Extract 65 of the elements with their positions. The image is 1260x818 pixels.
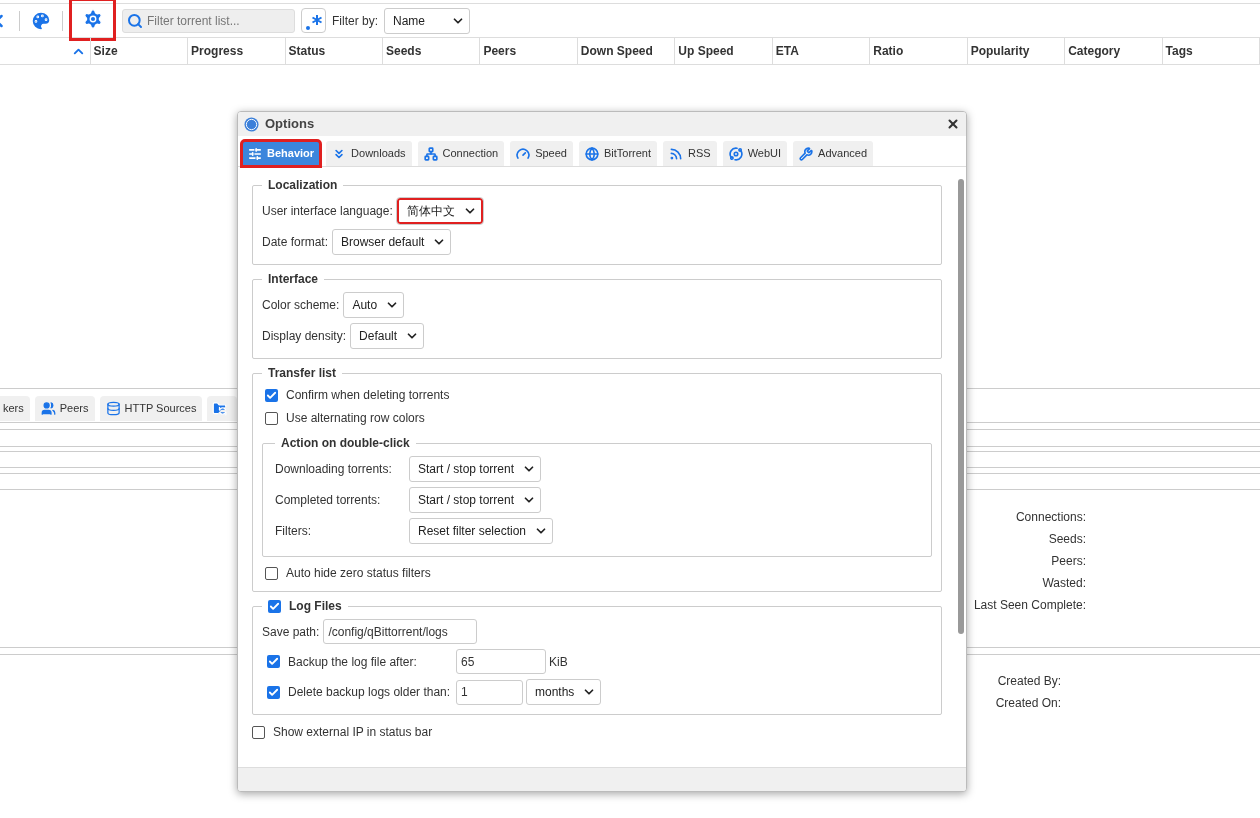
- unit-dropdown[interactable]: months: [526, 679, 602, 705]
- info-label: Peers:: [1051, 553, 1086, 568]
- settings-tab[interactable]: BitTorrent: [578, 141, 658, 166]
- settings-tab[interactable]: Downloads: [326, 141, 412, 166]
- settings-tab[interactable]: Speed: [510, 141, 573, 166]
- dialog-title: Options: [265, 115, 315, 134]
- info-label: Wasted:: [1042, 575, 1086, 590]
- info-label: Connections:: [1015, 509, 1086, 524]
- field-label: Date format:: [262, 234, 329, 251]
- column-header[interactable]: Down Speed: [577, 38, 676, 64]
- input-field[interactable]: 65: [456, 649, 546, 674]
- field-label: Downloading torrents:: [275, 461, 393, 478]
- detail-tab[interactable]: kers: [0, 396, 30, 421]
- info-label: Seeds:: [1048, 531, 1086, 546]
- detail-tab[interactable]: HTTP Sources: [99, 396, 203, 421]
- field-label: Filters:: [275, 523, 312, 540]
- field-label: Save path:: [262, 623, 320, 641]
- checkbox-label: Auto hide zero status filters: [286, 565, 431, 582]
- detail-tab[interactable]: Peers: [34, 396, 95, 421]
- checkbox-label: Show external IP in status bar: [273, 724, 433, 741]
- dropdown[interactable]: Browser default: [332, 229, 452, 255]
- field-label: Display density:: [262, 328, 347, 345]
- column-header[interactable]: Status: [285, 38, 383, 64]
- section-title: Log Files: [289, 598, 342, 615]
- column-header[interactable]: Popularity: [967, 38, 1066, 64]
- info-label: Created By:: [997, 673, 1061, 688]
- info-label: Created On:: [995, 695, 1061, 710]
- checkbox-label: Confirm when deleting torrents: [286, 387, 450, 404]
- dropdown[interactable]: 简体中文: [396, 198, 483, 224]
- input-field[interactable]: /config/qBittorrent/logs: [323, 619, 478, 644]
- section-title: Localization: [268, 177, 338, 194]
- column-header[interactable]: Seeds: [382, 38, 481, 64]
- section-title: Interface: [268, 271, 319, 288]
- column-header[interactable]: Size: [90, 38, 189, 64]
- checkbox-label: Backup the log file after:: [288, 653, 418, 671]
- dropdown[interactable]: Start / stop torrent: [409, 456, 542, 482]
- column-header[interactable]: Ratio: [870, 38, 968, 64]
- unit-label: KiB: [549, 653, 568, 671]
- settings-tab[interactable]: Behavior: [242, 141, 321, 166]
- column-header[interactable]: Peers: [480, 38, 578, 64]
- filter-dropdown[interactable]: Name: [384, 7, 470, 34]
- field-label: Color scheme:: [262, 297, 340, 314]
- dropdown[interactable]: Auto: [343, 292, 405, 318]
- checkbox-label: Use alternating row colors: [286, 410, 425, 427]
- field-label: User interface language:: [262, 203, 393, 220]
- dropdown[interactable]: Reset filter selection: [409, 518, 554, 544]
- search-field[interactable]: Filter torrent list...: [122, 8, 295, 33]
- settings-tab[interactable]: RSS: [663, 141, 717, 166]
- dropdown[interactable]: Default: [350, 323, 425, 349]
- settings-tab[interactable]: Connection: [417, 141, 505, 166]
- column-header[interactable]: Tags: [1162, 38, 1260, 64]
- dropdown[interactable]: Start / stop torrent: [409, 487, 542, 513]
- checkbox-label: Delete backup logs older than:: [288, 684, 448, 701]
- settings-tab[interactable]: Advanced: [793, 141, 874, 166]
- column-header[interactable]: Up Speed: [675, 38, 773, 64]
- section-title: Transfer list: [268, 365, 337, 382]
- column-header[interactable]: ETA: [772, 38, 871, 64]
- info-label: Last Seen Complete:: [973, 597, 1086, 612]
- column-header[interactable]: Category: [1065, 38, 1163, 64]
- field-label: Completed torrents:: [275, 492, 382, 509]
- group-title: Action on double-click: [280, 435, 411, 452]
- column-header[interactable]: Progress: [188, 38, 286, 64]
- input-field[interactable]: 1: [456, 679, 523, 705]
- settings-tab[interactable]: WebUI: [722, 141, 788, 166]
- filter-label: Filter by:: [332, 12, 378, 30]
